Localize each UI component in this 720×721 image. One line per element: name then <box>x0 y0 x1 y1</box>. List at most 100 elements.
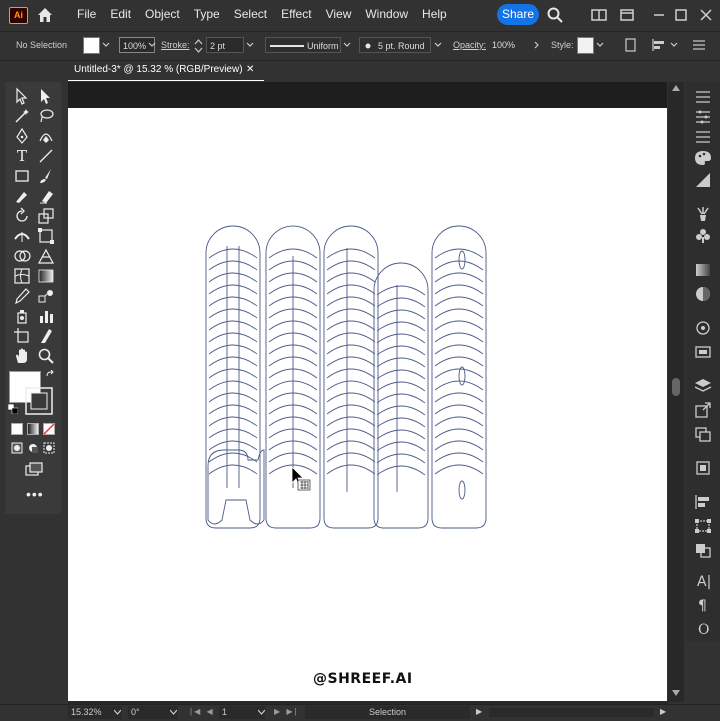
lasso-tool-icon[interactable] <box>37 107 55 125</box>
fill-swatch[interactable] <box>83 37 100 54</box>
scroll-up-icon[interactable] <box>672 85 680 91</box>
export-icon[interactable] <box>694 402 712 418</box>
stroke-swatch-outline[interactable] <box>25 387 53 415</box>
gradient-panel-icon[interactable] <box>694 262 712 278</box>
menu-icon[interactable] <box>692 39 706 51</box>
brushes-icon[interactable] <box>694 206 712 222</box>
paragraph-icon[interactable]: ¶ <box>698 598 707 614</box>
none-mode-icon[interactable] <box>43 423 55 435</box>
rectangle-tool-icon[interactable] <box>13 167 31 185</box>
gradient-mode-icon[interactable] <box>27 423 39 435</box>
scroll-thumb[interactable] <box>672 378 680 396</box>
transparency-icon[interactable] <box>694 286 712 302</box>
restore-window-icon[interactable] <box>618 6 636 24</box>
status-menu-icon[interactable]: ▶ <box>476 707 482 716</box>
menu-help[interactable]: Help <box>415 0 454 30</box>
arrange-documents-icon[interactable] <box>590 6 608 24</box>
libraries-icon[interactable] <box>694 130 712 144</box>
shaper-tool-icon[interactable] <box>13 187 31 205</box>
layers-stack-icon[interactable] <box>694 110 712 124</box>
pen-tool-icon[interactable] <box>13 127 31 145</box>
menu-select[interactable]: Select <box>227 0 274 30</box>
artboard-tool-icon[interactable] <box>13 327 31 345</box>
chevron-down-icon[interactable] <box>170 709 177 715</box>
scale-tool-icon[interactable] <box>37 207 55 225</box>
layers-icon[interactable] <box>694 378 712 394</box>
home-icon[interactable] <box>36 6 54 24</box>
default-colors-icon[interactable] <box>8 404 18 414</box>
chevron-down-icon[interactable] <box>114 709 121 715</box>
artboards-icon[interactable] <box>694 426 712 442</box>
chevron-down-icon[interactable] <box>148 41 156 49</box>
close-tab-icon[interactable]: ✕ <box>246 60 254 80</box>
align-icon[interactable] <box>651 38 667 52</box>
curvature-tool-icon[interactable] <box>37 127 55 145</box>
hand-tool-icon[interactable] <box>13 347 31 365</box>
free-transform-tool-icon[interactable] <box>37 227 55 245</box>
zoom-tool-icon[interactable] <box>37 347 55 365</box>
symbols-icon[interactable] <box>694 228 712 244</box>
minimize-icon[interactable] <box>650 6 668 24</box>
graphic-styles-icon[interactable] <box>694 344 712 360</box>
chevron-down-icon[interactable] <box>596 41 604 49</box>
menu-window[interactable]: Window <box>358 0 415 30</box>
menu-edit[interactable]: Edit <box>103 0 138 30</box>
vertical-scrollbar[interactable] <box>668 82 684 702</box>
shape-builder-tool-icon[interactable] <box>13 247 31 265</box>
align-panel-icon[interactable] <box>694 494 712 510</box>
more-tools-icon[interactable]: ••• <box>26 486 44 502</box>
first-prev-artboard-icon[interactable]: |◀ ◀ <box>190 707 215 716</box>
menu-object[interactable]: Object <box>138 0 187 30</box>
character-icon[interactable]: A| <box>697 574 711 590</box>
eraser-tool-icon[interactable] <box>37 187 55 205</box>
menu-file[interactable]: File <box>70 0 103 30</box>
appearance-icon[interactable] <box>694 320 712 336</box>
chevron-down-icon[interactable] <box>102 41 110 49</box>
mesh-tool-icon[interactable] <box>13 267 31 285</box>
width-tool-icon[interactable] <box>13 227 31 245</box>
column-graph-tool-icon[interactable] <box>37 307 55 325</box>
symbol-sprayer-tool-icon[interactable] <box>13 307 31 325</box>
eyedropper-tool-icon[interactable] <box>13 287 31 305</box>
scroll-right-icon[interactable]: ▶ <box>660 707 666 716</box>
chevron-down-icon[interactable] <box>434 41 442 49</box>
type-tool-icon[interactable]: T <box>13 147 31 165</box>
draw-inside-icon[interactable] <box>43 442 55 454</box>
chevron-down-icon[interactable] <box>670 41 678 49</box>
document-tab[interactable]: Untitled-3* @ 15.32 % (RGB/Preview) ✕ <box>68 60 264 81</box>
screen-mode-icon[interactable] <box>25 462 43 476</box>
current-tool-status[interactable]: Selection <box>305 706 470 719</box>
hello-artwork[interactable] <box>68 108 667 701</box>
image-trace-icon[interactable] <box>694 460 712 476</box>
next-last-artboard-icon[interactable]: ▶ ▶| <box>274 707 299 716</box>
stroke-weight-field[interactable]: 2 pt <box>206 37 244 53</box>
opacity-field[interactable]: 100% <box>489 37 527 53</box>
document-setup-icon[interactable] <box>624 38 638 52</box>
menu-type[interactable]: Type <box>187 0 227 30</box>
color-guide-icon[interactable] <box>694 172 712 188</box>
status-scroll-track[interactable] <box>489 708 654 717</box>
color-panel-icon[interactable] <box>694 150 712 166</box>
direct-selection-tool-icon[interactable] <box>37 87 55 105</box>
close-window-icon[interactable] <box>697 6 715 24</box>
chevron-down-icon[interactable] <box>258 709 265 715</box>
chevron-down-icon[interactable] <box>246 41 254 49</box>
stepper-icon[interactable] <box>194 38 203 54</box>
swap-colors-icon[interactable] <box>45 370 57 382</box>
blend-tool-icon[interactable] <box>37 287 55 305</box>
chevron-down-icon[interactable] <box>343 41 351 49</box>
search-icon[interactable] <box>546 6 564 24</box>
chevron-right-icon[interactable] <box>533 41 541 49</box>
selection-tool-icon[interactable] <box>13 87 31 105</box>
pathfinder-icon[interactable] <box>694 542 712 558</box>
slice-tool-icon[interactable] <box>37 327 55 345</box>
line-segment-tool-icon[interactable] <box>37 147 55 165</box>
transform-icon[interactable] <box>694 518 712 534</box>
magic-wand-tool-icon[interactable] <box>13 107 31 125</box>
share-button[interactable]: Share <box>497 4 539 25</box>
style-swatch[interactable] <box>577 37 594 54</box>
scroll-down-icon[interactable] <box>672 690 680 696</box>
maximize-icon[interactable] <box>672 6 690 24</box>
stroke-label[interactable]: Stroke: <box>161 40 190 50</box>
opacity-label[interactable]: Opacity: <box>453 40 486 50</box>
